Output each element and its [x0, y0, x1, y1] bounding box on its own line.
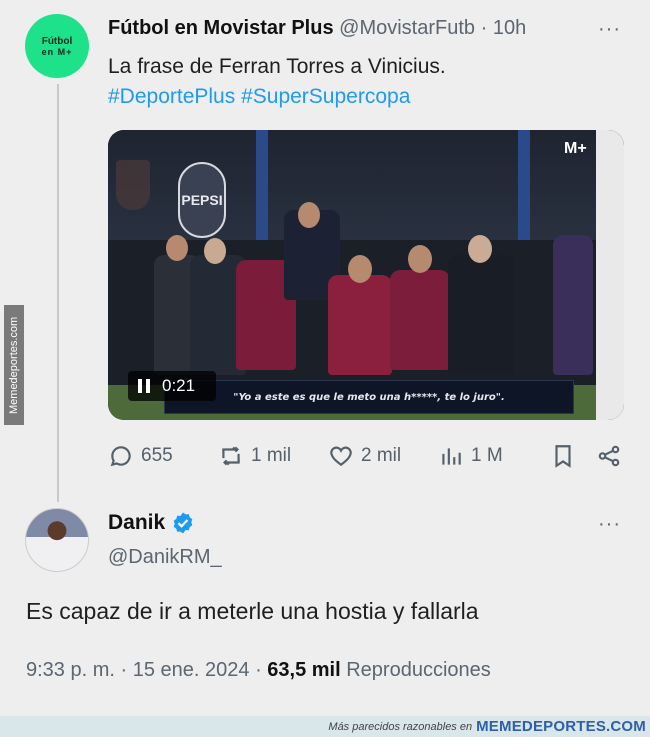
tweet-text: La frase de Ferran Torres a Vinicius. [108, 55, 446, 78]
avatar[interactable]: Fútbol en M+ [25, 14, 89, 78]
heart-icon [330, 446, 352, 466]
tweet-text: Es capaz de ir a meterle una hostia y fa… [26, 598, 479, 624]
person-head [166, 235, 188, 261]
tweet-actions: 655 1 mil 2 mil 1 M [108, 443, 628, 471]
author-handle[interactable]: @DanikRM_ [108, 546, 222, 569]
author-name[interactable]: Danik [108, 511, 165, 535]
club-crest-image [116, 160, 150, 210]
footer-tagline: Más parecidos razonables en [328, 720, 473, 733]
video-subtitle: "Yo a este es que le meto una h*****, te… [164, 380, 574, 414]
person-head [468, 235, 492, 263]
tweet-date[interactable]: 15 ene. 2024 [133, 659, 250, 681]
tweet-time[interactable]: 9:33 p. m. [26, 659, 115, 681]
avatar[interactable] [25, 508, 89, 572]
person-head [298, 202, 320, 228]
views-count: 1 M [471, 445, 503, 466]
tweet-time[interactable]: 10h [493, 17, 526, 39]
tweet-meta: 9:33 p. m. · 15 ene. 2024 · 63,5 mil Rep… [26, 659, 491, 682]
more-options-icon[interactable]: ··· [598, 18, 621, 41]
views-count: 63,5 mil [267, 659, 341, 681]
separator-dot: · [255, 659, 268, 681]
broadcaster-logo: M+ [564, 140, 587, 157]
retweet-button[interactable]: 1 mil [218, 443, 291, 469]
avatar-text: Fútbol [41, 35, 73, 47]
bench-person [328, 275, 392, 375]
bookmark-button[interactable] [550, 443, 576, 469]
person-head [348, 255, 372, 283]
bench-person [448, 255, 514, 375]
bookmark-icon [555, 445, 571, 468]
person-head [204, 238, 226, 264]
retweet-icon [222, 446, 240, 466]
separator-dot: · [480, 17, 488, 39]
video-timestamp: 0:21 [162, 376, 196, 395]
reply-button[interactable]: 655 [108, 443, 173, 469]
footer-watermark: Más parecidos razonables en MEMEDEPORTES… [0, 716, 650, 737]
more-options-icon[interactable]: ··· [598, 513, 621, 536]
avatar-text: en M+ [41, 46, 73, 57]
tweet-header: Fútbol en Movistar Plus @MovistarFutb · … [108, 17, 628, 40]
share-icon [598, 445, 620, 467]
author-name-row: Danik [108, 511, 195, 535]
hashtags-link[interactable]: #DeportePlus #SuperSupercopa [108, 85, 410, 109]
footer-brand[interactable]: MEMEDEPORTES.COM [476, 718, 646, 735]
person-head [408, 245, 432, 273]
bench-person [390, 270, 450, 370]
analytics-icon [442, 448, 461, 465]
author-handle[interactable]: @MovistarFutb [339, 17, 475, 39]
reply-icon [110, 446, 131, 467]
like-button[interactable]: 2 mil [328, 443, 401, 469]
views-button[interactable]: 1 M [438, 443, 503, 469]
share-button[interactable] [596, 443, 622, 469]
pepsi-logo: PEPSI [178, 162, 226, 238]
reply-count: 655 [141, 445, 173, 466]
retweet-count: 1 mil [251, 445, 292, 466]
views-label: Reproducciones [346, 659, 491, 681]
separator-dot: · [120, 659, 133, 681]
author-name[interactable]: Fútbol en Movistar Plus [108, 17, 334, 39]
pause-icon[interactable] [138, 379, 150, 393]
thread-line [57, 84, 59, 502]
like-count: 2 mil [361, 445, 402, 466]
video-controls[interactable]: 0:21 [128, 371, 216, 401]
side-watermark: Memedeportes.com [4, 305, 24, 425]
player-white-kit [596, 130, 624, 420]
video-player[interactable]: PEPSI M+ "Yo a este es que le meto una h… [108, 130, 624, 420]
bench-person [553, 235, 593, 375]
verified-badge-icon [173, 512, 193, 534]
